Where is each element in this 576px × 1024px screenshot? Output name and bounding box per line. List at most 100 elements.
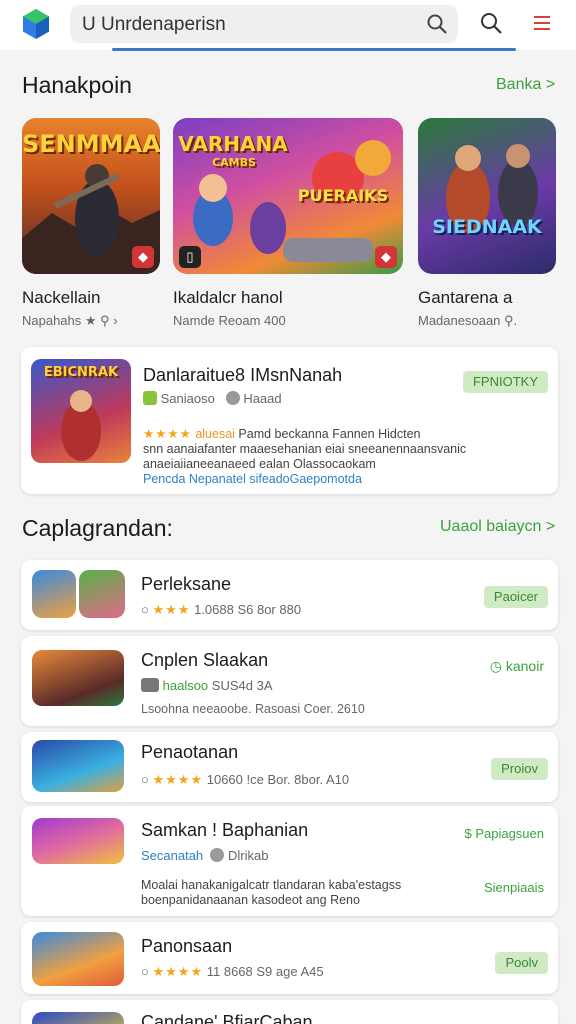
menu-icon[interactable] <box>530 11 554 35</box>
item-meta-text: Dlrikab <box>228 848 269 863</box>
promo-title: Danlaraitue8 IMsnNanah <box>143 365 343 385</box>
list-item[interactable]: Penaotanan ○ ★★★★ 10660 !ce Bor. 8bor. A… <box>21 732 558 802</box>
promo-desc-line3: anaeiaiianeeanaeed ealan Olassocaokam <box>143 457 376 471</box>
list-item[interactable]: Candane' BfiarCaban <box>21 1000 558 1024</box>
game-thumbnail <box>32 570 76 618</box>
rating-stars: ★★★★ <box>152 772 204 787</box>
item-action-button[interactable]: ◷ kanoir <box>490 658 544 675</box>
item-action-button[interactable]: Proiov <box>491 758 548 780</box>
item-title: Perleksane <box>141 574 232 594</box>
item-title: Candane' BfiarCaban <box>141 1012 313 1024</box>
info-icon: ○ <box>141 602 149 617</box>
tag-icon <box>141 678 159 692</box>
item-meta: Secanatah Dlrikab <box>141 848 269 863</box>
game-art-title2: PUERAIKS <box>297 186 389 205</box>
featured-game-card[interactable]: VARHANA CAMBS PUERAIKS ▯ ◆ Ikaldalcr han… <box>173 118 403 328</box>
list-item[interactable]: Cnplen Slaakan haalsoo SUS4d 3A Lsoohna … <box>21 636 558 726</box>
item-tag: haalsoo <box>162 678 209 693</box>
featured-game-card[interactable]: SIEDNAAK Gantarena a Madanesoaan ⚲. <box>418 118 556 328</box>
item-desc-line1: Moalai hanakanigalcatr tlandaran kaba'es… <box>141 878 402 892</box>
game-subtitle: Namde Reoam 400 <box>173 313 286 328</box>
section-title-featured: Hanakpoin <box>22 72 132 98</box>
game-art-title: SENMMAA <box>22 130 160 158</box>
top-bar: U Unrdenaperisn <box>0 0 576 51</box>
item-meta: haalsoo SUS4d 3A <box>141 678 273 693</box>
promo-link[interactable]: Pencda Nepanatel sifeadoGaepomotda <box>143 472 362 486</box>
item-title: Samkan ! Baphanian <box>141 820 309 840</box>
item-link[interactable]: Sienpiaais <box>484 880 544 895</box>
item-title: Cnplen Slaakan <box>141 650 269 670</box>
rating-stars: ★★★★ <box>143 427 192 441</box>
game-artwork: SENMMAA ◆ <box>22 118 160 274</box>
item-meta-text: 10660 !ce Bor. 8bor. A10 <box>206 772 350 787</box>
item-action-button[interactable]: Poolv <box>495 952 548 974</box>
promo-install-button[interactable]: FPNIOTKY <box>462 371 548 393</box>
list-item[interactable]: Perleksane ○ ★★★ 1.0688 S6 8or 880 Paoic… <box>21 560 558 630</box>
search-bar[interactable]: U Unrdenaperisn <box>70 5 458 43</box>
item-action-label: kanoir <box>505 658 544 674</box>
game-name: Ikaldalcr hanol <box>173 288 283 307</box>
clock-icon: ◷ <box>489 658 502 674</box>
check-icon <box>210 848 225 862</box>
app-logo-icon[interactable] <box>22 8 50 40</box>
item-tag: Secanatah <box>141 848 204 863</box>
info-icon: ○ <box>141 964 149 979</box>
section-title-popular: Caplagrandan: <box>22 515 173 541</box>
game-thumbnail <box>32 932 124 986</box>
search-icon[interactable] <box>479 11 503 35</box>
item-meta-text: 1.0688 S6 8or 880 <box>194 602 302 617</box>
item-meta: ○ ★★★★ 10660 !ce Bor. 8bor. A10 <box>141 772 349 788</box>
game-thumbnail <box>32 818 124 864</box>
game-subtitle: Napahahs ★ ⚲ › <box>22 313 118 328</box>
item-action-button[interactable]: Paoicer <box>483 586 548 608</box>
item-meta: ○ ★★★★ 11 8668 S9 age A45 <box>141 964 324 980</box>
game-thumbnail <box>32 650 124 706</box>
check-icon <box>225 391 240 405</box>
loading-bar <box>112 48 516 51</box>
game-thumbnail <box>32 1012 124 1024</box>
item-title: Penaotanan <box>141 742 239 762</box>
search-input[interactable]: U Unrdenaperisn <box>82 14 226 36</box>
publisher-badge-icon: ◆ <box>132 246 154 268</box>
promo-desc-line1: Pamd beckanna Fannen Hidcten <box>238 427 421 441</box>
item-meta: ○ ★★★ 1.0688 S6 8or 880 <box>141 602 301 618</box>
publisher-name: Saniaoso <box>160 391 215 406</box>
search-icon[interactable] <box>426 13 448 35</box>
game-name: Gantarena a <box>418 288 513 307</box>
rating-stars: ★★★ <box>152 602 191 617</box>
promo-art-title: EBICNRAK <box>43 365 119 380</box>
info-icon: ○ <box>141 772 149 787</box>
item-meta-text: SUS4d 3A <box>211 678 273 693</box>
game-artwork: VARHANA CAMBS PUERAIKS ▯ ◆ <box>173 118 403 274</box>
rating-label: aluesai <box>195 427 235 441</box>
promo-desc-line2: snn aanaiafanter maaesehanian eiai sneea… <box>143 442 467 456</box>
promo-meta: Haaad <box>243 391 282 406</box>
rating-stars: ★★★★ <box>152 964 204 979</box>
promo-game-thumbnail: EBICNRAK <box>31 359 131 463</box>
item-price-button[interactable]: $ Papiagsuen <box>464 826 544 841</box>
item-description: Lsoohna neeaoobe. Rasoasi Coer. 2610 <box>141 702 365 716</box>
featured-game-card[interactable]: SENMMAA ◆ Nackellain Napahahs ★ ⚲ › <box>22 118 160 328</box>
promo-card[interactable]: EBICNRAK Danlaraitue8 IMsnNanah FPNIOTKY… <box>21 347 558 494</box>
promo-publisher: Saniaoso Haaad <box>143 391 282 406</box>
game-art-title: VARHANA <box>178 132 288 156</box>
publisher-badge-icon: ▯ <box>179 246 201 268</box>
list-item[interactable]: Panonsaan ○ ★★★★ 11 8668 S9 age A45 Pool… <box>21 922 558 994</box>
publisher-badge-icon: ◆ <box>375 246 397 268</box>
see-all-featured-link[interactable]: Banka > <box>496 76 555 94</box>
game-thumbnail <box>79 570 125 618</box>
item-description: Moalai hanakanigalcatr tlandaran kaba'es… <box>141 878 461 908</box>
game-art-subtitle: CAMBS <box>212 156 256 169</box>
promo-description: ★★★★ aluesai Pamd beckanna Fannen Hidcte… <box>143 427 553 487</box>
soldiers-illustration-icon <box>446 144 538 234</box>
item-title: Panonsaan <box>141 936 233 956</box>
game-artwork: SIEDNAAK <box>418 118 556 274</box>
game-name: Nackellain <box>22 288 101 307</box>
leaf-icon <box>143 391 157 405</box>
game-subtitle: Madanesoaan ⚲. <box>418 313 518 328</box>
game-art-title: SIEDNAAK <box>432 216 542 238</box>
list-item[interactable]: Samkan ! Baphanian Secanatah Dlrikab Moa… <box>21 806 558 916</box>
item-desc-line2: boenpanidanaanan kasodeot ang Reno <box>141 893 360 907</box>
see-all-popular-link[interactable]: Uaaol baiaycn > <box>440 518 555 536</box>
item-meta-text: 11 8668 S9 age A45 <box>206 964 324 979</box>
